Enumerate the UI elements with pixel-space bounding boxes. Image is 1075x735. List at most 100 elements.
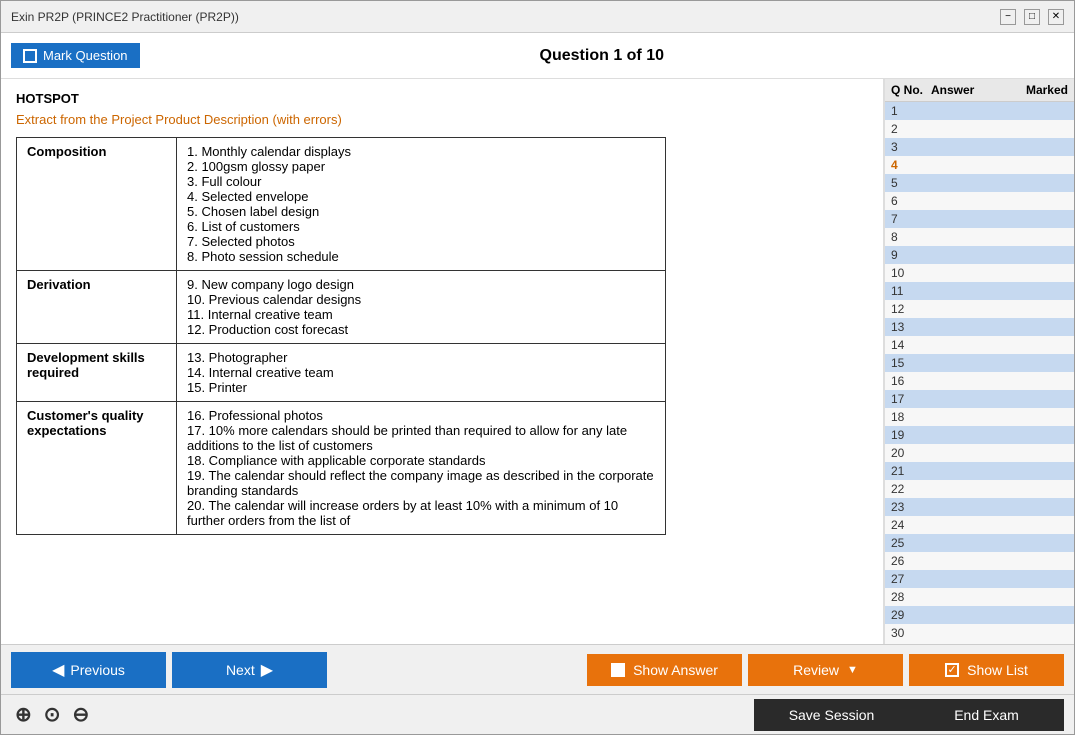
show-answer-button[interactable]: Show Answer bbox=[587, 654, 742, 686]
sidebar-row[interactable]: 3 bbox=[885, 138, 1074, 156]
next-arrow-icon: ▶ bbox=[261, 660, 273, 680]
window-title: Exin PR2P (PRINCE2 Practitioner (PR2P)) bbox=[11, 10, 239, 24]
save-session-label: Save Session bbox=[789, 707, 875, 723]
sidebar-question-number: 28 bbox=[891, 590, 931, 604]
sidebar-header: Q No. Answer Marked bbox=[885, 79, 1074, 102]
sidebar-question-number: 14 bbox=[891, 338, 931, 352]
show-answer-label: Show Answer bbox=[633, 662, 718, 678]
question-title: Question 1 of 10 bbox=[140, 47, 1064, 65]
show-list-button[interactable]: ✓ Show List bbox=[909, 654, 1064, 686]
zoom-in-button[interactable]: ⊖ bbox=[69, 700, 94, 729]
sidebar-question-number: 3 bbox=[891, 140, 931, 154]
sidebar-question-number: 19 bbox=[891, 428, 931, 442]
next-button[interactable]: Next ▶ bbox=[172, 652, 327, 688]
sidebar-row[interactable]: 8 bbox=[885, 228, 1074, 246]
table-category-cell: Derivation bbox=[17, 271, 177, 344]
sidebar-row[interactable]: 24 bbox=[885, 516, 1074, 534]
question-area: HOTSPOT Extract from the Project Product… bbox=[1, 79, 884, 644]
sidebar-question-number: 15 bbox=[891, 356, 931, 370]
restore-button[interactable]: □ bbox=[1024, 9, 1040, 25]
mark-question-button[interactable]: Mark Question bbox=[11, 43, 140, 68]
prev-arrow-icon: ◀ bbox=[52, 660, 64, 680]
previous-button[interactable]: ◀ Previous bbox=[11, 652, 166, 688]
sidebar-question-number: 24 bbox=[891, 518, 931, 532]
zoom-out-button[interactable]: ⊕ bbox=[11, 700, 36, 729]
table-row: Development skills required13. Photograp… bbox=[17, 344, 666, 402]
table-category-cell: Development skills required bbox=[17, 344, 177, 402]
table-items-cell: 1. Monthly calendar displays 2. 100gsm g… bbox=[177, 138, 666, 271]
sidebar-row[interactable]: 27 bbox=[885, 570, 1074, 588]
previous-label: Previous bbox=[70, 662, 124, 678]
sidebar-row[interactable]: 21 bbox=[885, 462, 1074, 480]
sidebar-row[interactable]: 12 bbox=[885, 300, 1074, 318]
show-list-label: Show List bbox=[967, 662, 1028, 678]
sidebar-row[interactable]: 18 bbox=[885, 408, 1074, 426]
table-items-cell: 9. New company logo design 10. Previous … bbox=[177, 271, 666, 344]
sidebar-row[interactable]: 14 bbox=[885, 336, 1074, 354]
table-items-cell: 16. Professional photos 17. 10% more cal… bbox=[177, 402, 666, 535]
review-button[interactable]: Review ▼ bbox=[748, 654, 903, 686]
sidebar-row[interactable]: 20 bbox=[885, 444, 1074, 462]
sidebar-answer-header: Answer bbox=[931, 83, 1018, 97]
sidebar-question-number: 12 bbox=[891, 302, 931, 316]
table-category-cell: Customer's quality expectations bbox=[17, 402, 177, 535]
extract-label: Extract from the Project Product Descrip… bbox=[16, 112, 868, 127]
sidebar-row[interactable]: 28 bbox=[885, 588, 1074, 606]
sidebar-row[interactable]: 19 bbox=[885, 426, 1074, 444]
sidebar-question-number: 25 bbox=[891, 536, 931, 550]
sidebar-marked-header: Marked bbox=[1018, 83, 1068, 97]
sidebar-row[interactable]: 22 bbox=[885, 480, 1074, 498]
main-content: HOTSPOT Extract from the Project Product… bbox=[1, 79, 1074, 644]
title-bar: Exin PR2P (PRINCE2 Practitioner (PR2P)) … bbox=[1, 1, 1074, 33]
sidebar-row[interactable]: 5 bbox=[885, 174, 1074, 192]
sidebar-row[interactable]: 15 bbox=[885, 354, 1074, 372]
sidebar-row[interactable]: 13 bbox=[885, 318, 1074, 336]
sidebar-question-number: 16 bbox=[891, 374, 931, 388]
save-session-button[interactable]: Save Session bbox=[754, 699, 909, 731]
sidebar-qno-header: Q No. bbox=[891, 83, 931, 97]
table-row: Derivation9. New company logo design 10.… bbox=[17, 271, 666, 344]
sidebar-question-number: 20 bbox=[891, 446, 931, 460]
sidebar-question-number: 6 bbox=[891, 194, 931, 208]
sidebar-question-number: 22 bbox=[891, 482, 931, 496]
review-dropdown-icon: ▼ bbox=[847, 664, 858, 676]
sidebar-row[interactable]: 16 bbox=[885, 372, 1074, 390]
sidebar-row[interactable]: 23 bbox=[885, 498, 1074, 516]
sidebar-row[interactable]: 17 bbox=[885, 390, 1074, 408]
sidebar-question-number: 30 bbox=[891, 626, 931, 640]
sidebar-row[interactable]: 2 bbox=[885, 120, 1074, 138]
sidebar-question-number: 17 bbox=[891, 392, 931, 406]
review-label: Review bbox=[793, 662, 839, 678]
zoom-fit-button[interactable]: ⊙ bbox=[40, 700, 65, 729]
end-exam-label: End Exam bbox=[954, 707, 1019, 723]
sidebar-row[interactable]: 11 bbox=[885, 282, 1074, 300]
sidebar-row[interactable]: 4 bbox=[885, 156, 1074, 174]
end-exam-button[interactable]: End Exam bbox=[909, 699, 1064, 731]
table-row: Customer's quality expectations16. Profe… bbox=[17, 402, 666, 535]
sidebar-row[interactable]: 9 bbox=[885, 246, 1074, 264]
show-answer-checkbox-icon bbox=[611, 663, 625, 677]
zoom-controls: ⊕ ⊙ ⊖ bbox=[11, 700, 93, 729]
sidebar-row[interactable]: 30 bbox=[885, 624, 1074, 642]
question-table: Composition1. Monthly calendar displays … bbox=[16, 137, 666, 535]
sidebar-question-number: 5 bbox=[891, 176, 931, 190]
table-category-cell: Composition bbox=[17, 138, 177, 271]
close-button[interactable]: ✕ bbox=[1048, 9, 1064, 25]
sidebar-row[interactable]: 26 bbox=[885, 552, 1074, 570]
sidebar-list[interactable]: 1234567891011121314151617181920212223242… bbox=[885, 102, 1074, 644]
sidebar-row[interactable]: 6 bbox=[885, 192, 1074, 210]
sidebar-question-number: 26 bbox=[891, 554, 931, 568]
sidebar-question-number: 4 bbox=[891, 158, 931, 172]
sidebar-question-number: 29 bbox=[891, 608, 931, 622]
sidebar-question-number: 27 bbox=[891, 572, 931, 586]
sidebar-row[interactable]: 29 bbox=[885, 606, 1074, 624]
sidebar-row[interactable]: 25 bbox=[885, 534, 1074, 552]
mark-question-label: Mark Question bbox=[43, 48, 128, 63]
minimize-button[interactable]: − bbox=[1000, 9, 1016, 25]
table-items-cell: 13. Photographer 14. Internal creative t… bbox=[177, 344, 666, 402]
sidebar-row[interactable]: 1 bbox=[885, 102, 1074, 120]
window-controls: − □ ✕ bbox=[1000, 9, 1064, 25]
sidebar-row[interactable]: 7 bbox=[885, 210, 1074, 228]
toolbar: Mark Question Question 1 of 10 bbox=[1, 33, 1074, 79]
sidebar-row[interactable]: 10 bbox=[885, 264, 1074, 282]
